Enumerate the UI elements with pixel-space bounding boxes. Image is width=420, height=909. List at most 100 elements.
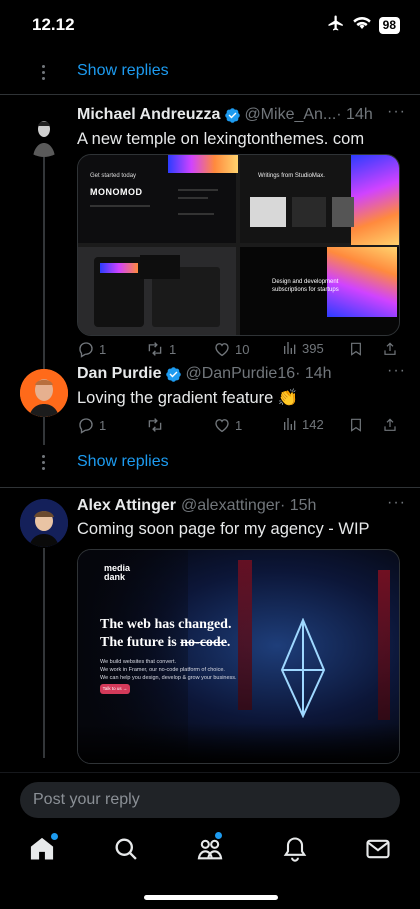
share-icon [384,342,396,355]
wifi-icon [352,16,371,35]
retweet-button[interactable]: 1 [145,340,176,358]
heart-icon [215,419,229,433]
views-button[interactable]: 142 [282,416,324,432]
bottom-bar [0,772,420,909]
reply-button[interactable]: 1 [77,416,106,434]
status-time: 12.12 [32,15,75,34]
media-cta-button: Talk to us → [100,684,130,694]
reply-thread[interactable]: Show replies Michael Andreuzza @Mike_An.… [0,50,420,772]
reply-input[interactable] [20,782,400,818]
like-count: 10 [235,341,250,357]
notification-dot [51,833,58,840]
show-replies-row[interactable]: Show replies [0,445,420,487]
share-button[interactable] [382,416,398,434]
share-icon [384,418,396,431]
avatar[interactable] [20,499,68,547]
verified-badge-icon [224,107,241,124]
views-chart-icon [284,418,296,430]
status-bar: 12.12 98 [0,0,420,50]
tab-bar [0,832,420,865]
thread-dots [42,65,45,80]
avatar[interactable] [20,109,68,157]
media-tile-2: Writings from StudioMax. [240,155,399,245]
thread-line [43,153,45,369]
reply-icon [79,418,93,434]
show-replies-row[interactable]: Show replies [0,50,420,94]
media-heading-2: The future is no-code. [100,635,231,650]
retweet-icon [148,418,162,432]
tab-notifications[interactable] [281,835,309,863]
views-button[interactable]: 395 [282,340,324,356]
handle[interactable]: @DanPurdie16 [185,365,295,383]
media-tile-4: Design and development subscriptions for… [240,247,399,335]
thread-line [43,548,45,758]
tweet-michael-andreuzza[interactable]: Michael Andreuzza @Mike_An... · 14h ··· … [0,95,420,369]
tab-communities[interactable] [196,832,224,863]
thread-dots [42,455,45,470]
media-body-text: We build websites that convert. We work … [100,659,237,681]
search-icon [115,838,137,860]
like-button[interactable]: 1 [213,416,242,434]
more-options-icon[interactable]: ··· [387,103,406,121]
tweet-text: Loving the gradient feature 👏 [77,389,299,407]
reply-button[interactable]: 1 [77,340,106,358]
view-count: 395 [302,340,324,356]
reply-count: 1 [99,341,107,357]
handle[interactable]: @alexattinger [181,497,280,515]
avatar[interactable] [20,369,68,417]
timestamp[interactable]: · 14h [295,365,331,383]
view-count: 142 [302,416,324,432]
media-heading-1: The web has changed. [100,617,232,632]
reply-icon [79,342,93,358]
bookmark-button[interactable] [348,340,364,358]
tab-messages[interactable] [364,835,392,863]
media-brand-logo: media dank [104,563,131,582]
messages-icon [366,839,390,859]
battery-level: 98 [378,17,400,34]
retweet-button[interactable] [145,416,169,434]
share-button[interactable] [382,340,398,358]
handle[interactable]: @Mike_An... [244,106,336,124]
retweet-icon [148,342,162,356]
show-replies-link[interactable]: Show replies [77,62,169,80]
display-name[interactable]: Michael Andreuzza [77,106,220,124]
tweet-dan-purdie[interactable]: Dan Purdie @DanPurdie16 · 14h ··· Loving… [0,362,420,445]
tweet-header: Michael Andreuzza @Mike_An... · 14h [77,106,404,124]
airplane-mode-icon [327,14,345,37]
tweet-media-image[interactable]: media dank The web has changed. The futu… [77,549,400,764]
neon-diamond-graphic [280,618,326,718]
like-count: 1 [235,417,243,433]
notification-dot [215,832,222,839]
tweet-actions: 1 1 10 395 [77,340,410,364]
retweet-count: 1 [169,341,177,357]
tweet-header: Alex Attinger @alexattinger · 15h [77,497,404,515]
notifications-icon [283,837,307,862]
tweet-text: Coming soon page for my agency - WIP [77,520,370,538]
like-button[interactable]: 10 [213,340,249,358]
bookmark-button[interactable] [348,416,364,434]
tweet-actions: 1 1 142 [77,416,410,440]
media-tile-1: Get started today MONOMOD [78,155,238,245]
tab-search[interactable] [112,835,140,863]
home-indicator [144,895,278,900]
timestamp[interactable]: · 14h [336,106,372,124]
media-tile-3 [78,247,238,335]
more-options-icon[interactable]: ··· [387,362,406,380]
tweet-text: A new temple on lexingtonthemes. com [77,130,365,148]
display-name[interactable]: Alex Attinger [77,497,176,515]
reply-count: 1 [99,417,107,433]
tweet-media-image[interactable]: Get started today MONOMOD Writings from … [77,154,400,336]
communities-icon [197,839,223,860]
show-replies-link[interactable]: Show replies [77,453,169,471]
verified-badge-icon [165,366,182,383]
display-name[interactable]: Dan Purdie [77,365,161,383]
views-chart-icon [284,342,296,354]
timestamp[interactable]: · 15h [280,497,316,515]
status-icons: 98 [327,14,400,37]
tab-home[interactable] [28,833,58,863]
tweet-alex-attinger[interactable]: Alex Attinger @alexattinger · 15h ··· Co… [0,488,420,764]
heart-icon [215,343,229,357]
bookmark-icon [351,342,361,356]
tweet-header: Dan Purdie @DanPurdie16 · 14h [77,365,404,383]
more-options-icon[interactable]: ··· [387,494,406,512]
